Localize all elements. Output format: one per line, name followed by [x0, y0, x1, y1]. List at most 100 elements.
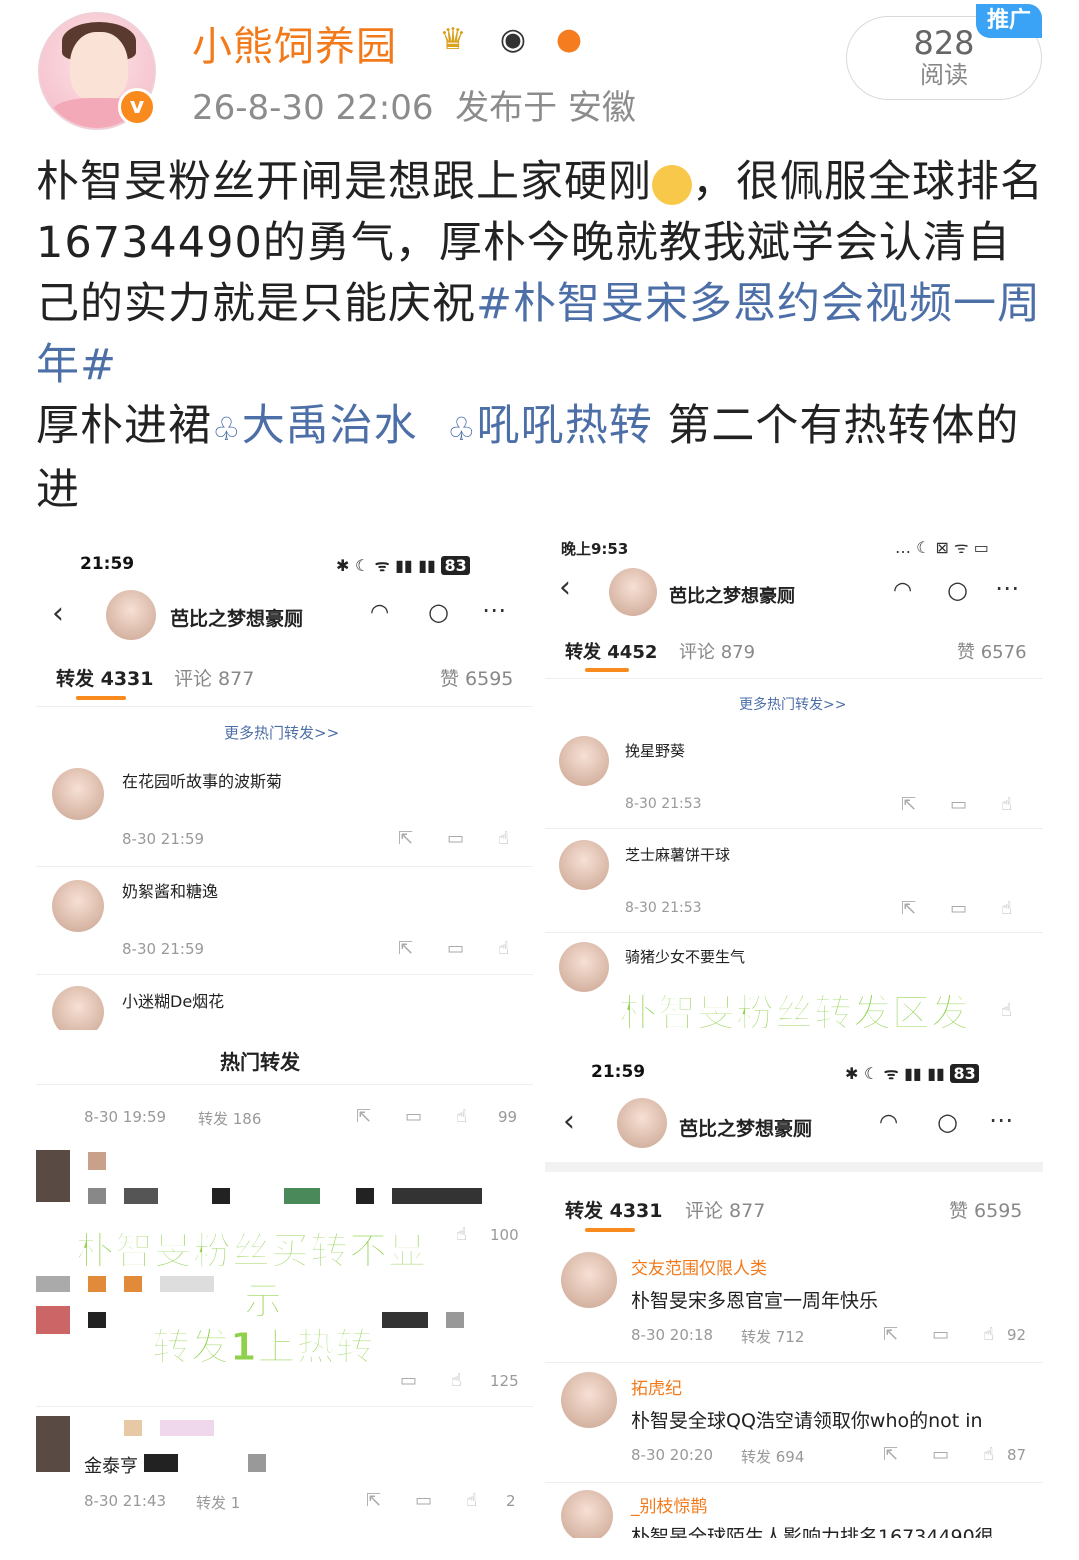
- group-link-2[interactable]: ♧吼吼热转: [447, 401, 653, 451]
- account-avatar[interactable]: [609, 568, 657, 616]
- comment-icon: ▭: [405, 1106, 423, 1127]
- list-item-name[interactable]: 拓虎纪: [631, 1374, 682, 1399]
- list-item-name[interactable]: 金泰亨: [84, 1452, 138, 1478]
- share-icon: ⇱: [366, 1490, 382, 1511]
- hot-repost-title: 热门转发: [220, 1050, 300, 1074]
- search-icon[interactable]: ○: [937, 1108, 958, 1136]
- fish-icon: ●: [555, 21, 583, 57]
- list-item-name[interactable]: 骑猪少女不要生气: [625, 946, 745, 967]
- tab-comment[interactable]: 评论 877: [685, 1196, 765, 1223]
- status-icons: ✱ ☾ ᯤ ▮▮ ▮▮ 83: [336, 554, 470, 576]
- comment-icon: ▭: [415, 1490, 433, 1511]
- comment-icon: ▭: [950, 898, 968, 919]
- tab-like[interactable]: 赞 6595: [949, 1196, 1022, 1223]
- item-actions[interactable]: ⇱ ▭ ☝: [901, 898, 1012, 919]
- account-avatar[interactable]: [106, 590, 156, 640]
- avatar[interactable]: [52, 880, 104, 932]
- screenshot-3: 热门转发 8-30 19:59 转发 186 ⇱ ▭ ☝ 99 ☝ 100 朴智旻粉…: [36, 1040, 533, 1540]
- avatar[interactable]: [559, 942, 609, 992]
- avatar[interactable]: [561, 1252, 617, 1308]
- tab-repost[interactable]: 转发 4452: [565, 638, 657, 664]
- like-icon: ☝: [498, 938, 510, 959]
- listen-icon[interactable]: ◠: [879, 1110, 898, 1135]
- comment-icon: ▭: [400, 1370, 418, 1391]
- item-actions[interactable]: ⇱ ▭ ☝: [883, 1444, 994, 1465]
- share-icon: ⇱: [883, 1444, 899, 1465]
- search-icon[interactable]: ○: [428, 598, 449, 626]
- avatar[interactable]: [52, 768, 104, 820]
- like-icon: ☝: [983, 1324, 995, 1345]
- group-link-1[interactable]: ♧大禹治水: [212, 401, 418, 451]
- like-icon[interactable]: ☝: [1001, 1000, 1012, 1021]
- item-actions[interactable]: ⇱ ▭ ☝: [356, 1106, 467, 1127]
- back-icon[interactable]: ‹: [52, 596, 64, 631]
- more-icon[interactable]: ⋯: [989, 1106, 1013, 1134]
- watermark-overlay: 朴智旻粉丝转发区发: [618, 991, 971, 1031]
- post-body: 朴智旻粉丝开闸是想跟上家硬刚 ，很佩服全球排名16734490的勇气，厚朴今晚就教…: [36, 157, 1044, 515]
- item-actions[interactable]: ⇱ ▭ ☝: [398, 828, 509, 849]
- listen-icon[interactable]: ◠: [370, 600, 389, 625]
- crown-icon: ♛: [439, 21, 467, 57]
- list-item-name[interactable]: _别枝惊鹊: [631, 1492, 708, 1517]
- item-actions[interactable]: ⇱ ▭ ☝: [901, 794, 1012, 815]
- like-icon: ☝: [983, 1444, 995, 1465]
- tab-repost[interactable]: 转发 4331: [565, 1196, 663, 1223]
- watermark-overlay: 转发1上热转: [151, 1325, 375, 1370]
- group-icon: ♧: [447, 410, 477, 448]
- comment-icon: ▭: [932, 1444, 950, 1465]
- status-icons: … ☾ ⊠ ᯤ ▭: [895, 538, 989, 557]
- search-icon[interactable]: ○: [947, 576, 968, 604]
- comment-icon: ▭: [932, 1324, 950, 1345]
- list-item-name[interactable]: 奶絮酱和糖逸: [122, 878, 218, 902]
- screenshot-4: 21:59 ✱ ☾ ᯤ ▮▮ ▮▮ 83 ‹ 芭比之梦想豪厕 ◠ ○ ⋯ 转发 …: [545, 1048, 1043, 1538]
- list-item-name[interactable]: 小迷糊De烟花: [122, 988, 224, 1012]
- more-hot-reposts-link[interactable]: 更多热门转发>>: [739, 694, 846, 714]
- group-icon: ♧: [212, 410, 242, 448]
- comment-icon: ▭: [447, 828, 465, 849]
- like-icon: ☝: [1001, 794, 1013, 815]
- more-hot-reposts-link[interactable]: 更多热门转发>>: [224, 722, 339, 743]
- avatar[interactable]: [559, 840, 609, 890]
- avatar[interactable]: [559, 736, 609, 786]
- verified-icon: v: [118, 88, 156, 126]
- watermark-overlay: 朴智旻粉丝买转不显: [75, 1229, 428, 1274]
- like-icon[interactable]: ☝: [456, 1224, 467, 1245]
- tab-repost[interactable]: 转发 4331: [56, 664, 154, 691]
- avatar[interactable]: [52, 986, 104, 1030]
- share-icon: ⇱: [901, 794, 917, 815]
- tab-like[interactable]: 赞 6576: [957, 638, 1027, 664]
- shush-emoji-icon: [652, 164, 692, 205]
- back-icon[interactable]: ‹: [563, 1104, 575, 1139]
- share-icon: ⇱: [398, 938, 414, 959]
- share-icon: ⇱: [398, 828, 414, 849]
- avatar[interactable]: [561, 1372, 617, 1428]
- back-icon[interactable]: ‹: [559, 570, 571, 605]
- avatar[interactable]: [561, 1490, 613, 1538]
- author-name[interactable]: 小熊饲养园: [192, 14, 397, 72]
- item-actions[interactable]: ⇱ ▭ ☝: [398, 938, 509, 959]
- post-meta: 26-8-30 22:06 发布于 安徽: [192, 88, 636, 128]
- listen-icon[interactable]: ◠: [893, 578, 912, 603]
- list-item-name[interactable]: 在花园听故事的波斯菊: [122, 768, 282, 792]
- item-actions[interactable]: ▭ ☝: [400, 1370, 462, 1391]
- list-item-name[interactable]: 挽星野葵: [625, 740, 685, 761]
- tab-comment[interactable]: 评论 877: [174, 664, 254, 691]
- comment-icon: ▭: [950, 794, 968, 815]
- share-icon: ⇱: [356, 1106, 372, 1127]
- like-icon: ☝: [498, 828, 510, 849]
- more-icon[interactable]: ⋯: [482, 596, 506, 624]
- screenshot-2: 晚上9:53 … ☾ ⊠ ᯤ ▭ ‹ 芭比之梦想豪厕 ◠ ○ ⋯ 转发 4452…: [545, 530, 1043, 1030]
- list-item-name[interactable]: 芝士麻薯饼干球: [625, 844, 730, 865]
- item-actions[interactable]: ⇱ ▭ ☝: [883, 1324, 994, 1345]
- account-avatar[interactable]: [617, 1098, 667, 1148]
- list-item-name[interactable]: 交友范围仅限人类: [631, 1254, 767, 1279]
- more-icon[interactable]: ⋯: [995, 574, 1019, 602]
- panda-icon: ◉: [499, 21, 527, 57]
- tab-like[interactable]: 赞 6595: [440, 664, 513, 691]
- comment-icon: ▭: [447, 938, 465, 959]
- tab-comment[interactable]: 评论 879: [679, 638, 755, 664]
- share-icon: ⇱: [901, 898, 917, 919]
- like-icon: ☝: [451, 1370, 462, 1391]
- item-actions[interactable]: ⇱ ▭ ☝: [366, 1490, 477, 1511]
- like-icon: ☝: [1001, 898, 1013, 919]
